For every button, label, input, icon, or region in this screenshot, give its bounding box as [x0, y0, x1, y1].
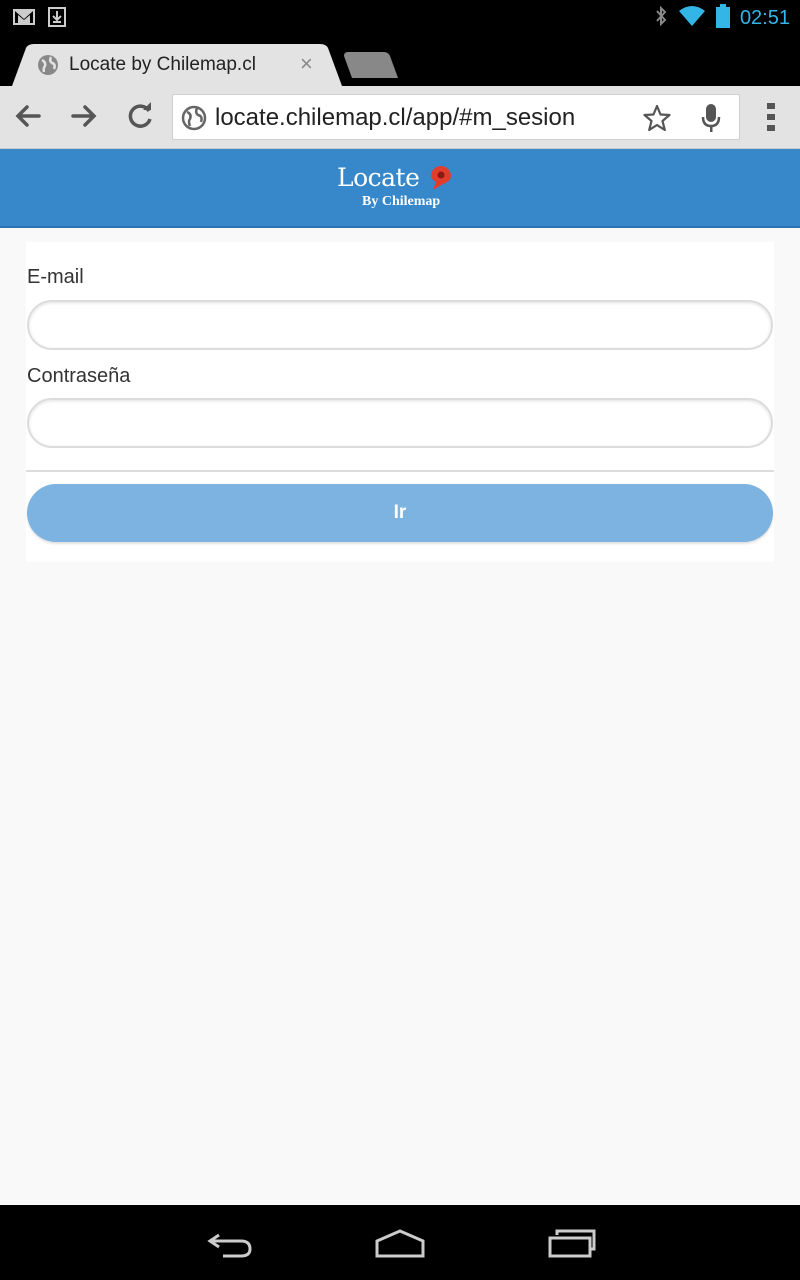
reload-icon[interactable] — [127, 102, 155, 135]
back-arrow-icon[interactable] — [14, 102, 42, 135]
app-header: Locate By Chilemap — [0, 149, 800, 228]
map-pin-icon — [429, 165, 453, 196]
battery-icon — [715, 4, 730, 33]
password-field[interactable] — [27, 398, 773, 448]
page-content: E-mail Contraseña Ir — [0, 230, 800, 1205]
overflow-menu-icon[interactable] — [766, 102, 776, 137]
tab-close-icon[interactable]: × — [300, 53, 313, 75]
recent-apps-icon[interactable] — [547, 1229, 597, 1264]
email-field[interactable] — [27, 300, 773, 350]
wifi-icon — [678, 5, 706, 32]
url-text[interactable]: locate.chilemap.cl/app/#m_sesion — [215, 104, 575, 132]
home-icon[interactable] — [374, 1229, 426, 1264]
back-icon[interactable] — [205, 1229, 255, 1264]
logo-subtitle: By Chilemap — [362, 194, 441, 209]
password-label: Contraseña — [27, 365, 131, 387]
microphone-icon[interactable] — [701, 104, 721, 137]
status-bar: 02:51 — [0, 0, 800, 34]
address-bar[interactable]: locate.chilemap.cl/app/#m_sesion — [172, 94, 740, 140]
logo-title: Locate — [337, 163, 420, 192]
email-label: E-mail — [27, 266, 84, 288]
tab-strip: Locate by Chilemap.cl × — [0, 34, 800, 86]
new-tab-button[interactable] — [342, 52, 398, 83]
globe-icon — [37, 54, 59, 81]
submit-button[interactable]: Ir — [27, 484, 773, 542]
globe-icon — [181, 105, 207, 136]
tab-title: Locate by Chilemap.cl — [69, 54, 256, 75]
browser-tab[interactable]: Locate by Chilemap.cl × — [12, 44, 342, 86]
status-time: 02:51 — [739, 7, 790, 29]
system-nav-bar — [0, 1205, 800, 1280]
download-icon — [48, 7, 66, 32]
gmail-icon — [12, 7, 36, 32]
bookmark-star-icon[interactable] — [643, 104, 671, 137]
login-form: E-mail Contraseña Ir — [26, 242, 774, 562]
browser-toolbar: locate.chilemap.cl/app/#m_sesion — [0, 86, 800, 149]
form-divider — [26, 470, 774, 472]
forward-arrow-icon[interactable] — [70, 102, 98, 135]
bluetooth-icon — [654, 5, 668, 32]
locate-logo[interactable]: Locate By Chilemap — [337, 163, 467, 215]
